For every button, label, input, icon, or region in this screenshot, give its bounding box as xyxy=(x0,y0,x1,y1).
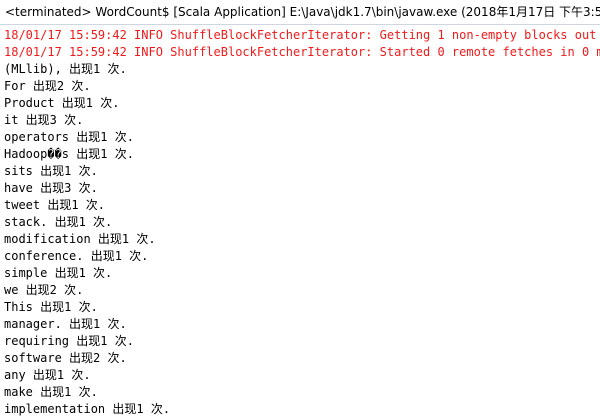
output-line: conference. 出现1 次. xyxy=(4,249,149,263)
output-line: software 出现2 次. xyxy=(4,351,127,365)
log-line: 18/01/17 15:59:42 INFO ShuffleBlockFetch… xyxy=(4,28,597,42)
output-line: have 出现3 次. xyxy=(4,181,98,195)
output-line: Product 出现1 次. xyxy=(4,96,120,110)
output-line: it 出现3 次. xyxy=(4,113,84,127)
output-line: This 出现1 次. xyxy=(4,300,98,314)
log-line: 18/01/17 15:59:42 INFO ShuffleBlockFetch… xyxy=(4,45,600,59)
output-line: make 出现1 次. xyxy=(4,385,98,399)
console-view[interactable]: <terminated> WordCount$ [Scala Applicati… xyxy=(0,0,600,419)
output-line: tweet 出现1 次. xyxy=(4,198,106,212)
console-output[interactable]: 18/01/17 15:59:42 INFO ShuffleBlockFetch… xyxy=(0,27,600,419)
output-line: manager. 出现1 次. xyxy=(4,317,127,331)
output-line: requiring 出现1 次. xyxy=(4,334,134,348)
output-line: stack. 出现1 次. xyxy=(4,215,113,229)
output-line: implementation 出现1 次. xyxy=(4,402,171,416)
output-line: operators 出现1 次. xyxy=(4,130,134,144)
console-title-bar: <terminated> WordCount$ [Scala Applicati… xyxy=(0,0,600,25)
output-line: modification 出现1 次. xyxy=(4,232,156,246)
output-line: Hadoop��s 出现1 次. xyxy=(4,147,134,161)
output-line: simple 出现1 次. xyxy=(4,266,113,280)
output-line: sits 出现1 次. xyxy=(4,164,98,178)
output-line: For 出现2 次. xyxy=(4,79,91,93)
output-line: (MLlib), 出现1 次. xyxy=(4,62,127,76)
console-title: <terminated> WordCount$ [Scala Applicati… xyxy=(5,5,600,19)
output-line: we 出现2 次. xyxy=(4,283,84,297)
output-line: any 出现1 次. xyxy=(4,368,91,382)
